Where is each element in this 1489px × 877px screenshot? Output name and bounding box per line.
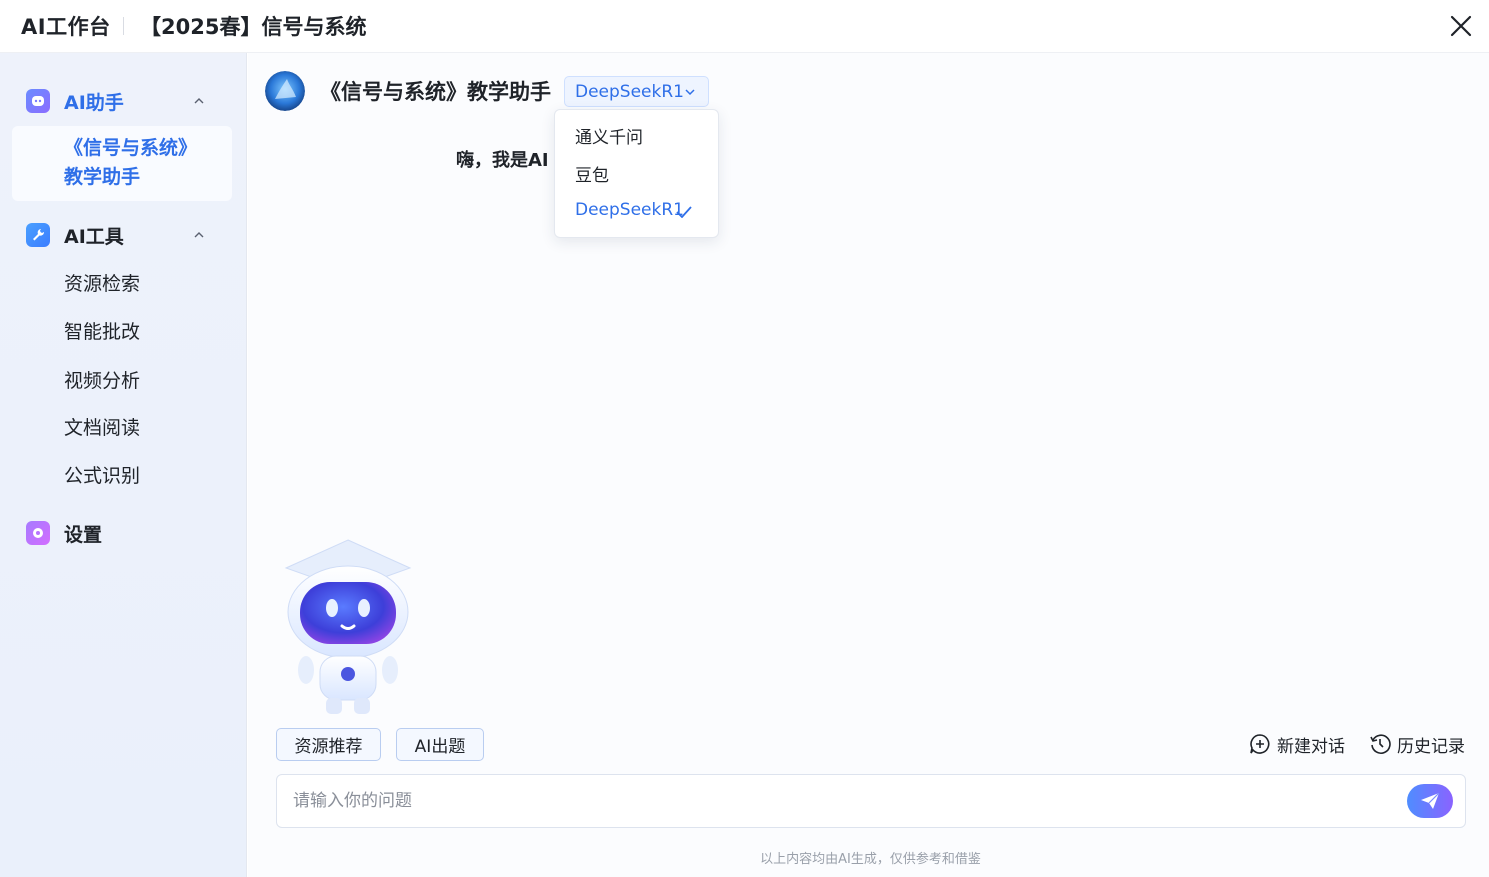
new-chat-label: 新建对话: [1277, 736, 1345, 757]
sidebar-item-smart-grading[interactable]: 智能批改: [64, 317, 140, 344]
send-icon: [1421, 792, 1440, 809]
sidebar-item-document-reading[interactable]: 文档阅读: [64, 413, 140, 440]
chip-resource-recommend[interactable]: 资源推荐: [276, 728, 381, 761]
checkmark-icon: [676, 206, 692, 218]
chat-area: 《信号与系统》教学助手 DeepSeekR1 嗨，我是AI 通义千问 豆包 De…: [248, 53, 1489, 877]
robot-mascot-illustration: [284, 539, 412, 714]
chevron-down-icon: [685, 89, 695, 96]
send-button[interactable]: [1407, 784, 1453, 818]
top-bar: AI工作台 【2025春】信号与系统: [0, 0, 1489, 53]
sidebar-item-video-analysis[interactable]: 视频分析: [64, 366, 140, 393]
model-select-value: DeepSeekR1: [575, 81, 684, 102]
sidebar-item-label: 《信号与系统》教学助手: [64, 137, 198, 188]
history-button[interactable]: 历史记录: [1369, 732, 1465, 757]
history-label: 历史记录: [1397, 736, 1465, 757]
app-title: AI工作台: [21, 15, 111, 39]
chevron-up-icon: [194, 232, 204, 238]
greeting-text: 嗨，我是AI: [456, 150, 549, 171]
model-option-tongyi[interactable]: 通义千问: [575, 123, 643, 148]
sidebar-group-label: AI工具: [64, 225, 124, 248]
sidebar-item-teaching-assistant[interactable]: 《信号与系统》教学助手: [12, 126, 232, 201]
sidebar-item-resource-search[interactable]: 资源检索: [64, 269, 140, 296]
assistant-title: 《信号与系统》教学助手: [320, 80, 551, 104]
new-chat-icon: [1250, 734, 1270, 754]
message-input[interactable]: [293, 775, 1393, 827]
ai-disclaimer: 以上内容均由AI生成，仅供参考和借鉴: [760, 852, 981, 867]
course-title: 【2025春】信号与系统: [140, 15, 367, 39]
close-icon: [1450, 15, 1472, 37]
sidebar-group-ai-tools[interactable]: AI工具: [26, 221, 216, 249]
wrench-icon: [26, 223, 50, 247]
sidebar-group-label: 设置: [64, 523, 103, 546]
model-option-doubao[interactable]: 豆包: [575, 161, 609, 186]
close-button[interactable]: [1447, 12, 1475, 40]
chevron-up-icon: [194, 98, 204, 104]
model-dropdown-menu: 通义千问 豆包 DeepSeekR1: [554, 109, 719, 238]
assistant-avatar: [265, 71, 305, 111]
model-select[interactable]: DeepSeekR1: [564, 76, 709, 107]
sidebar-group-label: AI助手: [64, 91, 124, 114]
sidebar-group-settings[interactable]: 设置: [26, 519, 216, 547]
history-icon: [1370, 734, 1391, 754]
settings-icon: [26, 521, 50, 545]
message-input-box: [276, 774, 1466, 828]
chip-ai-question[interactable]: AI出题: [396, 728, 484, 761]
chat-bot-icon: [26, 89, 50, 113]
model-option-deepseek[interactable]: DeepSeekR1: [575, 200, 684, 220]
sidebar: AI助手 《信号与系统》教学助手 AI工具 资源检索 智能批改 视频分析 文档阅…: [0, 53, 247, 877]
sidebar-group-ai-assistant[interactable]: AI助手: [26, 87, 216, 115]
sidebar-item-formula-recognition[interactable]: 公式识别: [64, 461, 140, 488]
header-divider: [123, 17, 124, 35]
new-chat-button[interactable]: 新建对话: [1249, 732, 1345, 757]
